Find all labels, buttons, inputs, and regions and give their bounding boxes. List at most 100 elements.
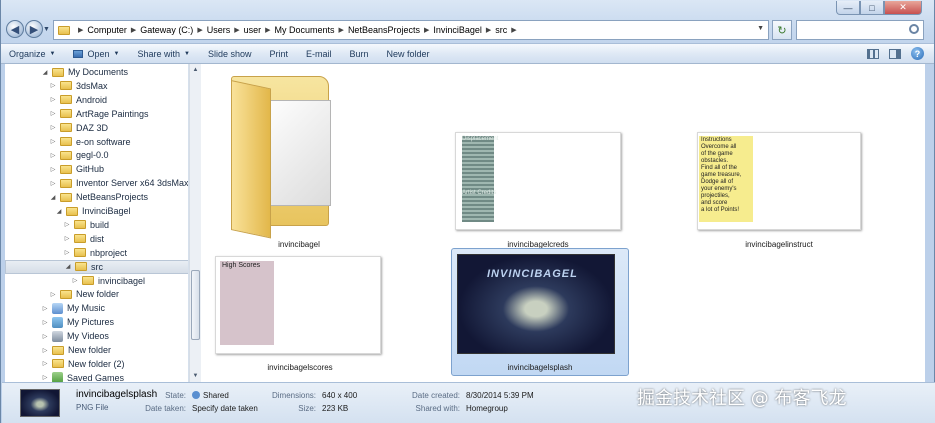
tree-item-label: Android — [76, 94, 108, 105]
tree-item[interactable]: ▷ New folder — [49, 287, 119, 301]
tree-item[interactable]: ◢ src — [5, 259, 188, 274]
tree-item[interactable]: ▷ New folder — [41, 343, 111, 357]
details-file-type: PNG File — [76, 403, 109, 412]
expand-triangle-icon[interactable]: ◢ — [41, 69, 49, 76]
breadcrumb-separator-icon[interactable]: ▶ — [265, 26, 270, 34]
breadcrumb-item[interactable]: My Documents — [275, 25, 335, 35]
recent-pages-button[interactable]: ▼ — [43, 26, 50, 33]
breadcrumb-separator-icon[interactable]: ▶ — [197, 26, 202, 34]
collapse-triangle-icon[interactable]: ▷ — [41, 360, 49, 367]
tree-item[interactable]: ▷ build — [63, 218, 109, 232]
tree-item[interactable]: ▷ DAZ 3D — [49, 121, 108, 135]
breadcrumb-item[interactable]: Computer — [87, 25, 127, 35]
new-folder-button[interactable]: New folder — [387, 49, 430, 59]
tree-item-label: src — [91, 261, 103, 272]
preview-pane-icon[interactable] — [889, 48, 901, 59]
tree-item-label: nbproject — [90, 247, 128, 258]
tree-item[interactable]: ▷ Saved Games — [41, 371, 124, 382]
tree-item[interactable]: ▷ Inventor Server x64 3dsMax — [49, 176, 188, 190]
breadcrumb-item[interactable]: Users — [207, 25, 231, 35]
collapse-triangle-icon[interactable]: ▷ — [49, 82, 57, 89]
tree-item[interactable]: ▷ My Videos — [41, 329, 109, 343]
tree-item[interactable]: ▷ 3dsMax — [49, 79, 108, 93]
collapse-triangle-icon[interactable]: ▷ — [63, 235, 71, 242]
tree-item[interactable]: ▷ ArtRage Paintings — [49, 107, 149, 121]
shared-with-label: Shared with: — [415, 404, 460, 413]
tree-item[interactable]: ▷ My Pictures — [41, 315, 114, 329]
collapse-triangle-icon[interactable]: ▷ — [41, 333, 49, 340]
date-taken-value[interactable]: Specify date taken — [192, 404, 258, 413]
help-icon[interactable]: ? — [911, 47, 924, 60]
minimize-button[interactable]: — — [836, 1, 860, 15]
tree-item[interactable]: ▷ e-on software — [49, 135, 131, 149]
tree-item[interactable]: ▷ GitHub — [49, 162, 104, 176]
slide-show-button[interactable]: Slide show — [208, 49, 252, 59]
open-button[interactable]: Open ▼ — [73, 49, 119, 59]
breadcrumb-separator-icon[interactable]: ▶ — [131, 26, 136, 34]
navigation-scrollbar[interactable]: ▲ ▼ — [189, 64, 201, 382]
change-view-icon[interactable] — [867, 48, 879, 59]
folder-icon — [60, 123, 72, 133]
breadcrumb-item[interactable]: Gateway (C:) — [140, 25, 193, 35]
share-with-button[interactable]: Share with ▼ — [137, 49, 189, 59]
collapse-triangle-icon[interactable]: ▷ — [71, 277, 79, 284]
state-label: State: — [165, 391, 186, 400]
scrollbar-thumb[interactable] — [191, 270, 200, 340]
collapse-triangle-icon[interactable]: ▷ — [63, 221, 71, 228]
breadcrumb-separator-icon[interactable]: ▶ — [339, 26, 344, 34]
email-button[interactable]: E-mail — [306, 49, 332, 59]
tree-item[interactable]: ▷ invincibagel — [71, 274, 145, 288]
address-history-dropdown[interactable]: ▼ — [757, 25, 764, 32]
file-item-invincibagel[interactable]: invincibagel — [201, 64, 371, 250]
collapse-triangle-icon[interactable]: ▷ — [49, 110, 57, 117]
collapse-triangle-icon[interactable]: ▷ — [63, 249, 71, 256]
breadcrumb-separator-icon[interactable]: ▶ — [424, 26, 429, 34]
expand-triangle-icon[interactable]: ◢ — [64, 263, 72, 270]
search-input[interactable] — [796, 20, 924, 40]
burn-button[interactable]: Burn — [350, 49, 369, 59]
breadcrumb-item[interactable]: user — [244, 25, 262, 35]
collapse-triangle-icon[interactable]: ▷ — [41, 319, 49, 326]
tree-item[interactable]: ▷ gegl-0.0 — [49, 148, 109, 162]
collapse-triangle-icon[interactable]: ▷ — [41, 305, 49, 312]
collapse-triangle-icon[interactable]: ▷ — [49, 180, 57, 187]
tree-item[interactable]: ▷ New folder (2) — [41, 357, 125, 371]
scroll-up-arrow-icon[interactable]: ▲ — [190, 64, 201, 76]
tree-item[interactable]: ▷ nbproject — [63, 246, 127, 260]
breadcrumb-separator-icon[interactable]: ▶ — [234, 26, 239, 34]
tree-item[interactable]: ◢ My Documents — [41, 65, 128, 79]
collapse-triangle-icon[interactable]: ▷ — [49, 138, 57, 145]
breadcrumb-item[interactable]: NetBeansProjects — [348, 25, 420, 35]
collapse-triangle-icon[interactable]: ▷ — [49, 152, 57, 159]
close-button[interactable]: ✕ — [884, 1, 922, 15]
breadcrumb-separator-icon[interactable]: ▶ — [511, 26, 516, 34]
breadcrumb-separator-icon[interactable]: ▶ — [486, 26, 491, 34]
scroll-down-arrow-icon[interactable]: ▼ — [190, 370, 201, 382]
address-bar[interactable]: ▶ Computer ▶ Gateway (C:) ▶ Users ▶ user ▶ My Doc… — [53, 20, 769, 40]
forward-button[interactable]: ▶ — [25, 20, 43, 38]
collapse-triangle-icon[interactable]: ▷ — [41, 374, 49, 381]
collapse-triangle-icon[interactable]: ▷ — [49, 166, 57, 173]
refresh-button[interactable]: ↻ — [772, 20, 792, 40]
tree-item[interactable]: ▷ Android — [49, 93, 107, 107]
expand-triangle-icon[interactable]: ◢ — [49, 194, 57, 201]
breadcrumb-item[interactable]: src — [495, 25, 507, 35]
open-image-icon — [73, 49, 84, 58]
tree-item[interactable]: ◢ NetBeansProjects — [49, 190, 148, 204]
tree-item[interactable]: ◢ InvinciBagel — [55, 204, 131, 218]
tree-item[interactable]: ▷ My Music — [41, 301, 105, 315]
collapse-triangle-icon[interactable]: ▷ — [49, 124, 57, 131]
tree-item[interactable]: ▷ dist — [63, 232, 104, 246]
collapse-triangle-icon[interactable]: ▷ — [49, 291, 57, 298]
breadcrumb-separator-icon[interactable]: ▶ — [78, 26, 83, 34]
maximize-button[interactable]: □ — [860, 1, 884, 15]
folder-icon — [60, 81, 72, 91]
back-button[interactable]: ◀ — [6, 20, 24, 38]
collapse-triangle-icon[interactable]: ▷ — [41, 347, 49, 354]
collapse-triangle-icon[interactable]: ▷ — [49, 96, 57, 103]
navigation-pane: ◢ My Documents ▷ 3dsMax ▷ Android ▷ ArtRage Pai… — [5, 64, 189, 382]
breadcrumb-item[interactable]: InvinciBagel — [433, 25, 482, 35]
expand-triangle-icon[interactable]: ◢ — [55, 208, 63, 215]
organize-button[interactable]: Organize ▼ — [9, 49, 55, 59]
print-button[interactable]: Print — [269, 49, 288, 59]
